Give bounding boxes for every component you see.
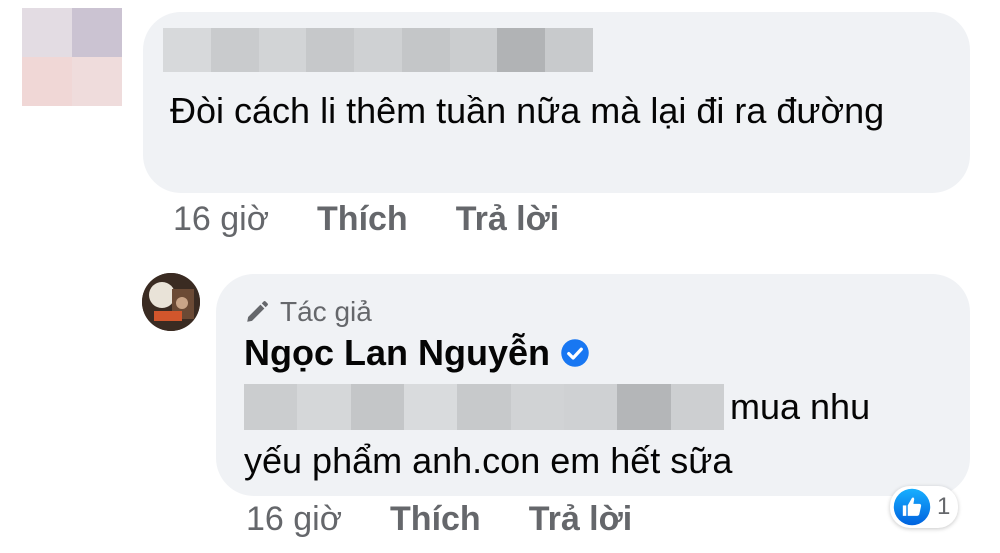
commenter-name-redacted[interactable]: [163, 28, 593, 72]
author-badge: Tác giả: [244, 296, 372, 328]
verified-badge-icon: [561, 339, 589, 367]
reply-bubble: Tác giả Ngọc Lan Nguyễn mua nhu yếu phẩm…: [216, 274, 970, 496]
author-badge-label: Tác giả: [280, 296, 372, 327]
reply-reply-link[interactable]: Trả lời: [529, 500, 633, 539]
author-name[interactable]: Ngọc Lan Nguyễn: [244, 332, 590, 374]
comment-actions: 16 giờ Thích Trả lời: [173, 200, 607, 239]
like-link[interactable]: Thích: [317, 200, 408, 239]
reaction-count: 1: [937, 493, 951, 520]
author-avatar[interactable]: [142, 273, 200, 331]
reply-link[interactable]: Trả lời: [456, 200, 560, 239]
reply-text-redacted: [244, 384, 724, 430]
reply-timestamp[interactable]: 16 giờ: [246, 500, 342, 539]
like-reaction-icon: [893, 488, 931, 526]
reply-actions: 16 giờ Thích Trả lời: [246, 500, 680, 539]
comment-text: Đòi cách li thêm tuần nữa mà lại đi ra đ…: [170, 90, 885, 131]
comment-timestamp[interactable]: 16 giờ: [173, 200, 269, 239]
reply-like-link[interactable]: Thích: [390, 500, 481, 539]
author-name-text[interactable]: Ngọc Lan Nguyễn: [244, 332, 550, 374]
reaction-summary[interactable]: 1: [890, 486, 959, 528]
avatar-blurred[interactable]: [22, 8, 122, 106]
reply-text-line-2: yếu phẩm anh.con em hết sữa: [244, 440, 733, 481]
pencil-icon: [247, 300, 269, 322]
comment-bubble: Đòi cách li thêm tuần nữa mà lại đi ra đ…: [143, 12, 970, 193]
reply-text-line-1: mua nhu: [730, 386, 871, 427]
